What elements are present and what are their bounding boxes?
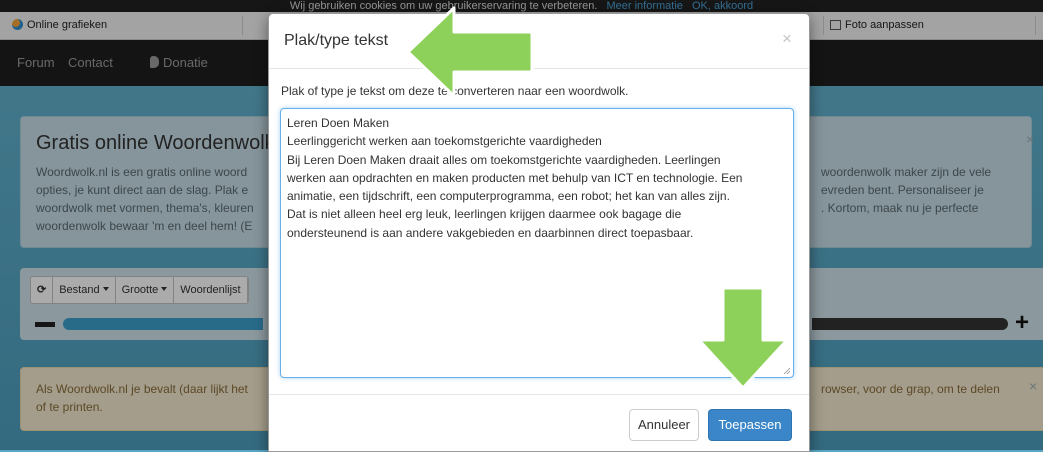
close-icon[interactable]: × — [782, 29, 792, 49]
textarea-line: animatie, een tijdschrift, een computerp… — [287, 189, 730, 204]
arrow-down-icon — [697, 286, 789, 390]
textarea-line: Bij Leren Doen Maken draait alles om toe… — [287, 152, 721, 167]
apply-button[interactable]: Toepassen — [708, 409, 792, 441]
textarea-line: ondersteunend is aan andere vakgebieden … — [287, 225, 694, 240]
textarea-line: Leren Doen Maken — [287, 116, 390, 130]
modal-title: Plak/type tekst — [284, 32, 389, 49]
arrow-left-icon — [406, 6, 534, 98]
textarea-line: Leerlinggericht werken aan toekomstgeric… — [287, 134, 602, 149]
textarea-line: Dat is niet alleen heel erg leuk, leerli… — [287, 207, 682, 222]
textarea-line: werken aan opdrachten en maken producten… — [287, 170, 743, 185]
modal-footer: Annuleer Toepassen — [269, 394, 809, 451]
cancel-button[interactable]: Annuleer — [629, 409, 699, 441]
modal-header: Plak/type tekst × — [269, 14, 809, 69]
